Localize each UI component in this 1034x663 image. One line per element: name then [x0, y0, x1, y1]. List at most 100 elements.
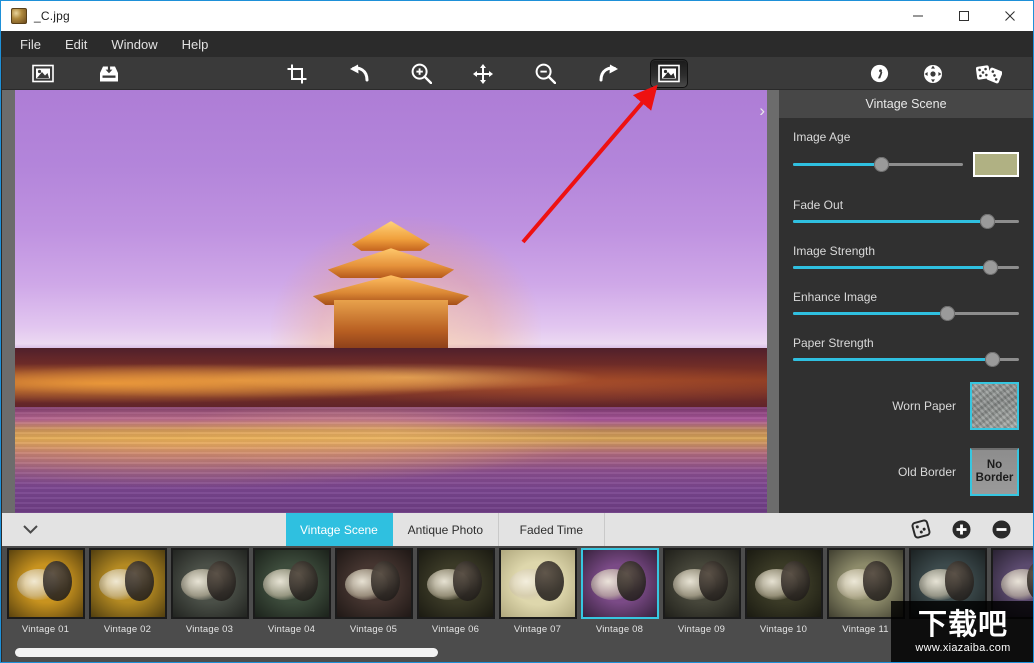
window-title: _C.jpg — [34, 9, 70, 23]
thumbnail-image — [88, 548, 167, 619]
thumbnail-image — [416, 548, 495, 619]
thumbnail-label: Vintage 07 — [513, 624, 562, 635]
thumbnail-image — [826, 548, 905, 619]
close-button[interactable] — [987, 1, 1033, 31]
randomize-preset-button[interactable] — [910, 519, 932, 541]
thumbnail-image — [662, 548, 741, 619]
slider-enhance-image: Enhance Image — [793, 290, 1019, 321]
slider-thumb[interactable] — [982, 260, 998, 275]
slider-thumb[interactable] — [980, 214, 996, 229]
thumbnail-label: Vintage 04 — [267, 624, 316, 635]
main-toolbar — [2, 57, 1032, 90]
photo-tower — [312, 221, 470, 357]
slider-thumb[interactable] — [984, 352, 1000, 367]
thumbnail-label: Vintage 11 — [842, 624, 889, 635]
thumbnail-item[interactable]: Vintage 09 — [661, 546, 742, 635]
thumbnail-item[interactable]: Vintage 07 — [497, 546, 578, 635]
settings-icon[interactable] — [914, 59, 952, 88]
pan-move-icon[interactable] — [464, 59, 502, 88]
thumbnail-item[interactable]: Vintage 05 — [333, 546, 414, 635]
slider-label: Image Strength — [793, 244, 876, 258]
thumbnail-item[interactable]: Vintage 04 — [251, 546, 332, 635]
menu-item-edit[interactable]: Edit — [53, 34, 99, 55]
thumbnail-image — [252, 548, 331, 619]
menu-item-window[interactable]: Window — [99, 34, 169, 55]
info-icon[interactable] — [860, 59, 898, 88]
menu-item-file[interactable]: File — [8, 34, 53, 55]
slider-thumb[interactable] — [939, 306, 955, 321]
thumbnail-label: Vintage 05 — [349, 624, 398, 635]
tab-faded-time[interactable]: Faded Time — [499, 513, 605, 546]
slider-track[interactable] — [793, 157, 963, 172]
slider-track[interactable] — [793, 214, 1019, 229]
thumbnail-item[interactable]: Vintage 11 — [825, 546, 906, 635]
thumbnail-image — [744, 548, 823, 619]
thumbnail-item[interactable] — [907, 546, 988, 624]
slider-track[interactable] — [793, 260, 1019, 275]
redo-icon[interactable] — [589, 59, 627, 88]
save-image-icon[interactable] — [90, 59, 128, 88]
preset-actions — [910, 513, 1033, 546]
open-image-icon[interactable] — [24, 59, 62, 88]
thumbnail-item-selected[interactable]: Vintage 08 — [579, 546, 660, 635]
expand-panel-chevron-icon[interactable]: › — [759, 102, 765, 119]
preset-filmstrip[interactable]: Vintage 01 Vintage 02 Vintage 03 Vintage… — [2, 546, 1033, 642]
old-border-row: Old Border No Border — [779, 448, 1033, 496]
thumbnail-label: Vintage 02 — [103, 624, 152, 635]
panel-title: Vintage Scene — [779, 90, 1033, 118]
slider-label: Enhance Image — [793, 290, 878, 304]
preset-tab-bar: Vintage Scene Antique Photo Faded Time — [2, 513, 1033, 546]
thumbnail-image — [908, 548, 987, 619]
slider-fade-out: Fade Out — [793, 198, 1019, 229]
crop-icon[interactable] — [278, 59, 316, 88]
slider-thumb[interactable] — [874, 157, 890, 172]
no-border-text: No Border — [975, 458, 1014, 484]
undo-icon[interactable] — [340, 59, 378, 88]
compare-original-icon[interactable] — [650, 59, 688, 88]
slider-label: Image Age — [793, 130, 851, 144]
maximize-button[interactable] — [941, 1, 987, 31]
thumbnail-image — [498, 548, 577, 619]
thumbnail-item[interactable]: Vintage 01 — [5, 546, 86, 635]
image-age-color-swatch[interactable] — [973, 152, 1019, 177]
image-canvas[interactable]: › — [2, 90, 779, 513]
thumbnail-image — [6, 548, 85, 619]
thumbnail-label: Vintage 06 — [431, 624, 480, 635]
slider-track[interactable] — [793, 352, 1019, 367]
old-border-swatch[interactable]: No Border — [970, 448, 1019, 496]
thumbnail-item[interactable] — [989, 546, 1033, 624]
window-controls — [895, 1, 1033, 31]
thumbnail-item[interactable]: Vintage 06 — [415, 546, 496, 635]
add-preset-button[interactable] — [950, 519, 972, 541]
tab-antique-photo[interactable]: Antique Photo — [393, 513, 499, 546]
slider-label: Paper Strength — [793, 336, 874, 350]
old-border-label: Old Border — [897, 465, 956, 479]
worn-paper-texture-swatch[interactable] — [970, 382, 1019, 430]
title-bar: _C.jpg — [1, 1, 1033, 31]
slider-image-age: Image Age — [793, 130, 1019, 177]
thumbnail-image — [990, 548, 1033, 619]
menu-item-help[interactable]: Help — [170, 34, 221, 55]
zoom-in-icon[interactable] — [402, 59, 440, 88]
tab-vintage-scene[interactable]: Vintage Scene — [286, 513, 393, 546]
effects-dice-icon[interactable] — [970, 59, 1008, 88]
zoom-out-icon[interactable] — [526, 59, 564, 88]
collapse-panel-chevron-icon[interactable] — [2, 513, 58, 546]
edited-photo — [15, 90, 767, 513]
minimize-button[interactable] — [895, 1, 941, 31]
filmstrip-scrollbar[interactable] — [2, 642, 1033, 662]
thumbnail-image — [580, 548, 659, 619]
worn-paper-label: Worn Paper — [892, 399, 956, 413]
thumbnail-item[interactable]: Vintage 10 — [743, 546, 824, 635]
effect-settings-panel: Vintage Scene Image Age Fade Out Image S… — [779, 90, 1033, 513]
thumbnail-label: Vintage 03 — [185, 624, 234, 635]
slider-track[interactable] — [793, 306, 1019, 321]
photo-water — [15, 407, 767, 513]
application-window: _C.jpg File Edit Window Help › Vintage S… — [0, 0, 1034, 663]
slider-label: Fade Out — [793, 198, 844, 212]
remove-preset-button[interactable] — [990, 519, 1012, 541]
photo-wall — [15, 348, 767, 408]
thumbnail-item[interactable]: Vintage 02 — [87, 546, 168, 635]
scrollbar-thumb[interactable] — [15, 648, 439, 657]
thumbnail-item[interactable]: Vintage 03 — [169, 546, 250, 635]
